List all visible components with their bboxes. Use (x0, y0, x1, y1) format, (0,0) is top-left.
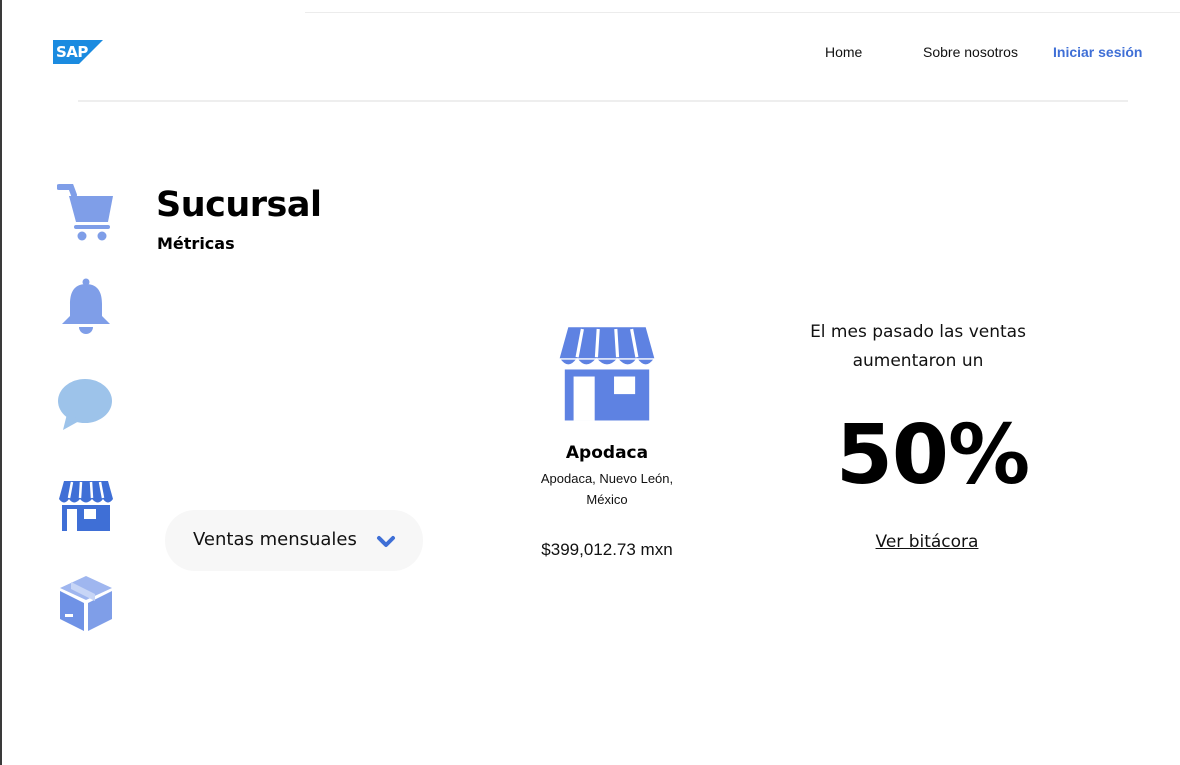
sap-logo[interactable]: SAP (53, 40, 103, 64)
window-left-border (0, 0, 2, 765)
store-icon[interactable] (57, 478, 115, 536)
box-icon[interactable] (57, 574, 115, 632)
branch-store-icon (552, 322, 662, 424)
metric-dropdown[interactable]: Ventas mensuales (165, 510, 423, 571)
page-title: Sucursal (156, 185, 322, 225)
dropdown-selected-value: Ventas mensuales (193, 529, 357, 550)
bell-icon[interactable] (57, 278, 115, 336)
branch-name: Apodaca (565, 443, 649, 463)
header-divider (78, 100, 1128, 102)
growth-description: El mes pasado las ventas aumentaron un (790, 318, 1046, 376)
branch-address-line1: Apodaca, Nuevo León, (540, 471, 674, 486)
top-edge (305, 12, 1180, 13)
nav-home-link[interactable]: Home (825, 44, 862, 60)
nav-login-link[interactable]: Iniciar sesión (1053, 44, 1142, 60)
branch-address: Apodaca, Nuevo León, México (507, 468, 707, 510)
cart-icon[interactable] (57, 183, 115, 241)
growth-percentage: 50% (835, 408, 1030, 503)
growth-line2: aumentaron un (852, 351, 984, 371)
growth-line1: El mes pasado las ventas (810, 322, 1026, 342)
page-subtitle: Métricas (157, 234, 235, 253)
logo-text: SAP (56, 43, 88, 61)
view-log-link[interactable]: Ver bitácora (857, 532, 997, 552)
chevron-down-icon (377, 536, 395, 547)
branch-sales-amount: $399,012.73 mxn (541, 540, 673, 559)
branch-address-line2: México (586, 492, 628, 507)
nav-about-link[interactable]: Sobre nosotros (923, 44, 1018, 60)
chat-icon[interactable] (57, 376, 115, 434)
